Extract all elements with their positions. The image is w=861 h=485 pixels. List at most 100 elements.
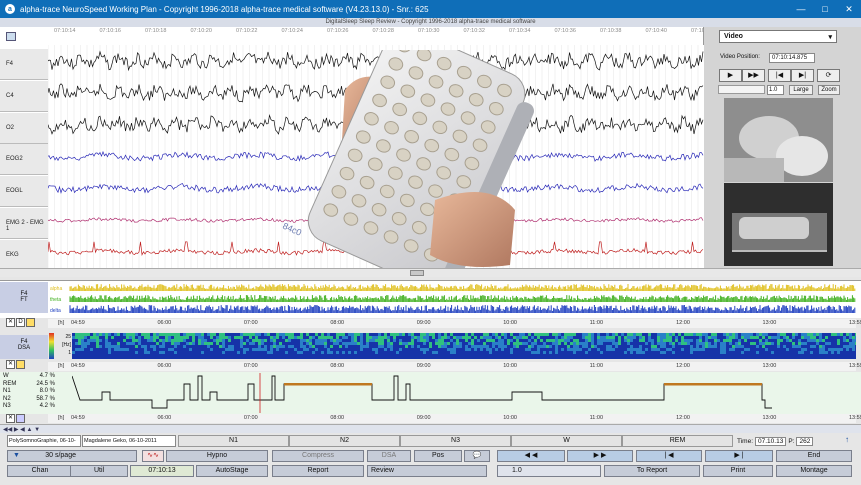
dsa-button[interactable]: DSA (367, 450, 411, 462)
dsa-cell (144, 339, 147, 342)
settings-icon[interactable] (26, 318, 35, 327)
dsa-cell (75, 339, 78, 342)
eeg-scrollbar[interactable] (0, 268, 861, 277)
channel-label[interactable]: EOGL (0, 176, 48, 208)
settings-icon[interactable] (16, 360, 25, 369)
montage-button[interactable]: Montage (776, 465, 852, 477)
dsa-cell (471, 351, 474, 354)
channel-label[interactable]: F4 (0, 49, 48, 80)
pos-button[interactable]: Pos (414, 450, 462, 462)
dsa-cell (108, 336, 111, 339)
dsa-cell (330, 339, 333, 342)
autostage-button[interactable]: AutoStage (196, 465, 268, 477)
bottom-scrollbar[interactable]: ◀◀ ▶ ◀ ▲ ▼ (0, 424, 861, 433)
stage-button-n3[interactable]: N3 (400, 435, 511, 447)
channel-label[interactable]: O2 (0, 112, 48, 144)
end-button[interactable]: End (776, 450, 852, 462)
rate-value: 1.0 (512, 467, 522, 474)
hypno-button[interactable]: Hypno (166, 450, 268, 462)
to-report-button[interactable]: To Report (604, 465, 700, 477)
dsa-cell (396, 357, 399, 359)
chan-button[interactable]: Chan (7, 465, 73, 477)
dsa-cell (828, 351, 831, 354)
review-select[interactable]: Review (367, 465, 487, 477)
dsa-cell (288, 354, 291, 357)
print-button[interactable]: Print (703, 465, 773, 477)
dsa-cell (135, 357, 138, 359)
dsa-cell (231, 357, 234, 359)
channel-label[interactable]: EMG 2 - EMG 1 (0, 208, 48, 239)
up-arrow-icon[interactable]: ↑ (845, 435, 849, 444)
close-icon[interactable]: ✕ (837, 0, 861, 18)
dsa-cell (543, 333, 546, 336)
dsa-cell (621, 357, 624, 359)
page-back-button[interactable]: ◀ ◀ (497, 450, 565, 462)
dsa-cell (708, 345, 711, 348)
dsa-cell (801, 357, 804, 359)
close-icon[interactable]: ✕ (6, 360, 15, 369)
large-button[interactable]: Large (789, 85, 813, 95)
stage-button-n1[interactable]: N1 (178, 435, 289, 447)
close-icon[interactable]: ✕ (6, 414, 15, 423)
stage-button-rem[interactable]: REM (622, 435, 733, 447)
compress-button[interactable]: Compress (272, 450, 364, 462)
dsa-cell (567, 354, 570, 357)
dsa-cell (570, 333, 573, 336)
rate-slider[interactable]: 1.0 (497, 465, 601, 477)
dsa-cell (600, 333, 603, 336)
play-button[interactable]: ▶ (719, 69, 742, 82)
util-button[interactable]: Util (70, 465, 128, 477)
video-rate-field[interactable]: 1.0 (767, 85, 784, 95)
stage-button-w[interactable]: W (511, 435, 622, 447)
dsa-cell (423, 342, 426, 345)
time-value[interactable]: 07.10.13 (755, 436, 787, 446)
skip-forward-button[interactable]: ▶| (791, 69, 814, 82)
report-button[interactable]: Report (272, 465, 364, 477)
close-icon[interactable]: ✕ (6, 318, 15, 327)
dsa-cell (84, 345, 87, 348)
waveform-button[interactable]: ∿∿ (142, 450, 164, 462)
dsa-cell (660, 351, 663, 354)
channel-label[interactable]: EKG (0, 239, 48, 271)
comment-button[interactable]: 💬 (464, 450, 490, 462)
dsa-cell (552, 333, 555, 336)
scroll-thumb[interactable] (410, 270, 424, 276)
dsa-cell (609, 351, 612, 354)
video-position-field[interactable]: 07:10:14.875 (769, 53, 815, 63)
page-size-select[interactable]: ▼ 30 s/page (7, 450, 137, 462)
dsa-cell (588, 345, 591, 348)
next-event-button[interactable]: ▶ | (705, 450, 773, 462)
dsa-cell (159, 357, 162, 359)
dsa-cell (573, 357, 576, 359)
dsa-cell (543, 348, 546, 351)
maximize-icon[interactable]: □ (813, 0, 837, 18)
video-slider[interactable] (718, 85, 765, 94)
dsa-cell (384, 348, 387, 351)
dsa-cell (642, 333, 645, 336)
prev-event-button[interactable]: | ◀ (636, 450, 702, 462)
dsa-cell (837, 345, 840, 348)
dsa-cell (483, 342, 486, 345)
fast-forward-button[interactable]: ▶▶ (742, 69, 765, 82)
zoom-button[interactable]: Zoom (818, 85, 840, 95)
dsa-cell (849, 342, 852, 345)
stage-button-n2[interactable]: N2 (289, 435, 400, 447)
minimize-icon[interactable]: — (789, 0, 813, 18)
video-mode-select[interactable]: Video ▾ (719, 30, 837, 43)
rotate-button[interactable]: ⟳ (817, 69, 840, 82)
channel-label[interactable]: EOG2 (0, 144, 48, 176)
dsa-cell (453, 336, 456, 339)
nav-arrows-icon[interactable]: ◀◀ ▶ ◀ ▲ ▼ (3, 426, 40, 433)
d-icon[interactable]: D (16, 318, 25, 327)
channel-label[interactable]: C4 (0, 80, 48, 112)
montage-toggle-button[interactable] (6, 32, 16, 41)
dsa-cell (546, 339, 549, 342)
dsa-cell (654, 333, 657, 336)
page-forward-button[interactable]: ▶ ▶ (567, 450, 633, 462)
hypno-edit-icon[interactable] (16, 414, 25, 423)
time-button[interactable]: 07:10:13 (130, 465, 194, 477)
skip-back-button[interactable]: |◀ (768, 69, 791, 82)
dsa-cell (804, 348, 807, 351)
page-value[interactable]: 262 (796, 436, 814, 446)
dsa-cell (837, 336, 840, 339)
